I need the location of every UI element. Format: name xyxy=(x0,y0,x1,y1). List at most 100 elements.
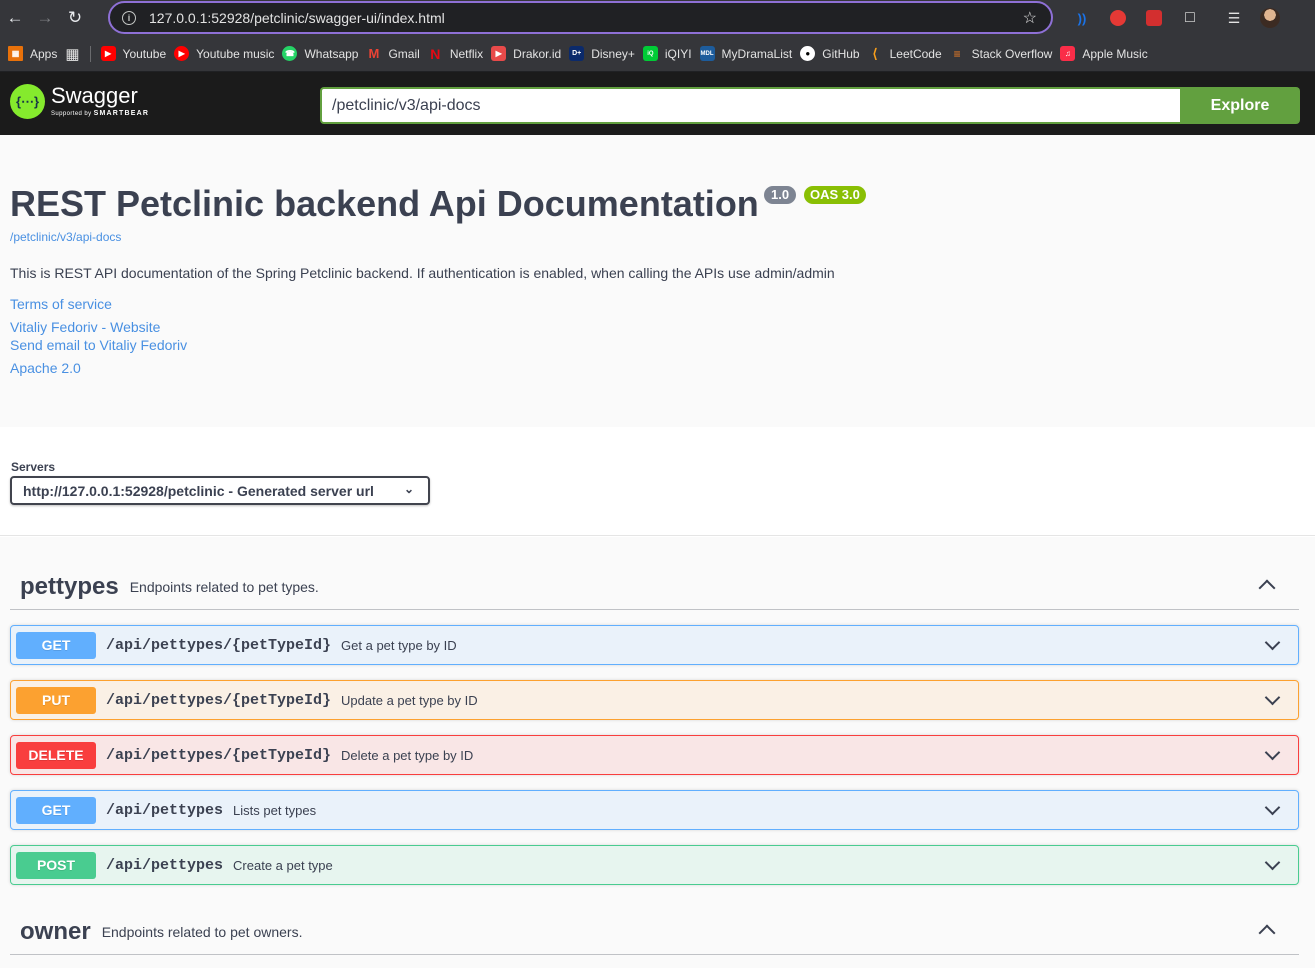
bookmark-label: GitHub xyxy=(822,46,860,61)
address-url[interactable]: 127.0.0.1:52928/petclinic/swagger-ui/ind… xyxy=(149,10,445,26)
stackoverflow-icon: ≡ xyxy=(953,46,961,61)
chevron-down-icon[interactable] xyxy=(1264,799,1281,816)
chevron-down-icon[interactable] xyxy=(1264,744,1281,761)
tag-name: owner xyxy=(20,917,91,945)
iqiyi-icon: iQ xyxy=(642,46,658,61)
bookmarks-divider xyxy=(89,45,91,62)
all-bookmarks-icon[interactable]: ▦ xyxy=(65,41,87,67)
bookmark-label: Apps xyxy=(30,46,58,61)
bookmarks-bar: ▦ Apps ▦ ▶ Youtube ▶ Youtube music ☎ Wha… xyxy=(0,36,1315,72)
servers-section: Servers http://127.0.0.1:52928/petclinic… xyxy=(0,427,1315,536)
profile-avatar[interactable] xyxy=(1252,0,1288,36)
operation-create-pettype[interactable]: POST /api/pettypes Create a pet type xyxy=(10,845,1299,885)
media-control-icon[interactable]: ☰ xyxy=(1216,0,1252,36)
operation-path: /api/pettypes/{petTypeId} xyxy=(106,636,332,654)
operation-summary: Create a pet type xyxy=(233,857,333,873)
bookmark-gmail[interactable]: M Gmail xyxy=(366,41,427,67)
terms-of-service-link[interactable]: Terms of service xyxy=(10,296,112,312)
apple-music-icon: ♫ xyxy=(1060,46,1076,61)
oas-badge: OAS 3.0 xyxy=(804,186,866,204)
back-arrow-icon[interactable]: ← xyxy=(0,3,30,33)
extensions-puzzle-icon[interactable]: □ xyxy=(1172,0,1208,36)
bookmark-label: LeetCode xyxy=(889,46,942,61)
bookmark-apple-music[interactable]: ♫ Apple Music xyxy=(1060,41,1155,67)
bookmark-label: Youtube music xyxy=(196,46,275,61)
chevron-down-icon[interactable] xyxy=(1264,689,1281,706)
chevron-up-icon[interactable] xyxy=(1258,924,1276,942)
gmail-icon: M xyxy=(368,46,380,61)
operation-put-pettype[interactable]: PUT /api/pettypes/{petTypeId} Update a p… xyxy=(10,680,1299,720)
explore-button[interactable]: Explore xyxy=(1180,87,1300,124)
logo-name: Swagger xyxy=(51,83,138,108)
operation-summary: Update a pet type by ID xyxy=(341,692,478,708)
bookmark-apps[interactable]: ▦ Apps xyxy=(8,41,65,67)
drakor-icon: ▶ xyxy=(491,46,507,61)
operation-delete-pettype[interactable]: DELETE /api/pettypes/{petTypeId} Delete … xyxy=(10,735,1299,775)
operations-section: pettypes Endpoints related to pet types.… xyxy=(0,537,1315,968)
chevron-up-icon[interactable] xyxy=(1258,579,1276,597)
bookmark-whatsapp[interactable]: ☎ Whatsapp xyxy=(282,41,366,67)
method-badge: GET xyxy=(16,796,96,824)
bookmark-star-icon[interactable]: ☆ xyxy=(1023,8,1037,28)
method-badge: PUT xyxy=(16,686,96,714)
bookmark-label: Youtube xyxy=(122,46,167,61)
bookmark-mydramalist[interactable]: MDL MyDramaList xyxy=(699,41,801,67)
method-badge: DELETE xyxy=(16,741,96,769)
server-select[interactable]: http://127.0.0.1:52928/petclinic - Gener… xyxy=(10,476,430,505)
tag-description: Endpoints related to pet owners. xyxy=(101,923,303,940)
method-badge: POST xyxy=(16,851,96,879)
spec-url-input[interactable]: /petclinic/v3/api-docs xyxy=(320,87,1180,124)
extension-adblock-icon[interactable] xyxy=(1100,0,1136,36)
license-link[interactable]: Apache 2.0 xyxy=(10,360,81,376)
bookmark-label: Drakor.id xyxy=(513,46,562,61)
reload-icon[interactable]: ↻ xyxy=(60,3,90,33)
bookmark-github[interactable]: ● GitHub xyxy=(800,41,867,67)
tag-header-owner[interactable]: owner Endpoints related to pet owners. xyxy=(10,909,1299,955)
whatsapp-icon: ☎ xyxy=(282,46,298,61)
operation-path: /api/pettypes/{petTypeId} xyxy=(106,746,332,764)
operation-summary: Lists pet types xyxy=(233,802,317,818)
logo-subtitle: Supported by SMARTBEAR xyxy=(51,110,150,117)
extension-wave-icon[interactable]: )) xyxy=(1064,0,1100,36)
swagger-logo[interactable]: {⋯} Swagger Supported by SMARTBEAR xyxy=(10,84,149,119)
operation-path: /api/pettypes xyxy=(106,856,224,874)
bookmark-stackoverflow[interactable]: ≡ Stack Overflow xyxy=(950,41,1061,67)
site-info-icon[interactable]: i xyxy=(122,10,136,25)
swagger-topbar: {⋯} Swagger Supported by SMARTBEAR /petc… xyxy=(0,72,1315,135)
info-section: REST Petclinic backend Api Documentation… xyxy=(0,135,1315,427)
bookmark-youtube-music[interactable]: ▶ Youtube music xyxy=(174,41,282,67)
bookmark-label: Netflix xyxy=(449,46,484,61)
contact-email-link[interactable]: Send email to Vitaliy Fedoriv xyxy=(10,337,187,353)
contact-website-link[interactable]: Vitaliy Fedoriv - Website xyxy=(10,319,160,335)
chevron-down-icon: ⌄ xyxy=(403,482,414,496)
address-bar[interactable]: i 127.0.0.1:52928/petclinic/swagger-ui/i… xyxy=(108,1,1053,34)
tag-description: Endpoints related to pet types. xyxy=(129,578,319,595)
operation-summary: Get a pet type by ID xyxy=(341,637,457,653)
api-title: REST Petclinic backend Api Documentation xyxy=(10,183,759,224)
operation-summary: Delete a pet type by ID xyxy=(341,747,474,763)
bookmark-youtube[interactable]: ▶ Youtube xyxy=(100,41,175,67)
extension-video-icon[interactable] xyxy=(1136,0,1172,36)
bookmark-label: Gmail xyxy=(388,46,420,61)
bookmark-label: iQIYI xyxy=(664,46,692,61)
leetcode-icon: ⟨ xyxy=(872,45,878,61)
chevron-down-icon[interactable] xyxy=(1264,854,1281,871)
spec-link[interactable]: /petclinic/v3/api-docs xyxy=(10,230,121,244)
version-badge: 1.0 xyxy=(764,186,797,204)
extensions-area: )) □ ☰ xyxy=(1064,0,1288,36)
bookmark-disney[interactable]: D+ Disney+ xyxy=(569,41,643,67)
forward-arrow-icon[interactable]: → xyxy=(30,3,60,33)
github-icon: ● xyxy=(800,46,816,61)
tag-header-pettypes[interactable]: pettypes Endpoints related to pet types. xyxy=(10,564,1299,610)
operation-list-pettypes[interactable]: GET /api/pettypes Lists pet types xyxy=(10,790,1299,830)
chevron-down-icon[interactable] xyxy=(1264,634,1281,651)
youtube-icon: ▶ xyxy=(100,46,116,61)
disney-icon: D+ xyxy=(569,46,585,61)
operation-path: /api/pettypes/{petTypeId} xyxy=(106,691,332,709)
netflix-icon: N xyxy=(430,45,441,62)
bookmark-iqiyi[interactable]: iQ iQIYI xyxy=(642,41,700,67)
operation-get-pettype-by-id[interactable]: GET /api/pettypes/{petTypeId} Get a pet … xyxy=(10,625,1299,665)
bookmark-leetcode[interactable]: ⟨ LeetCode xyxy=(868,41,950,67)
bookmark-drakor[interactable]: ▶ Drakor.id xyxy=(491,41,569,67)
bookmark-netflix[interactable]: N Netflix xyxy=(428,41,491,67)
